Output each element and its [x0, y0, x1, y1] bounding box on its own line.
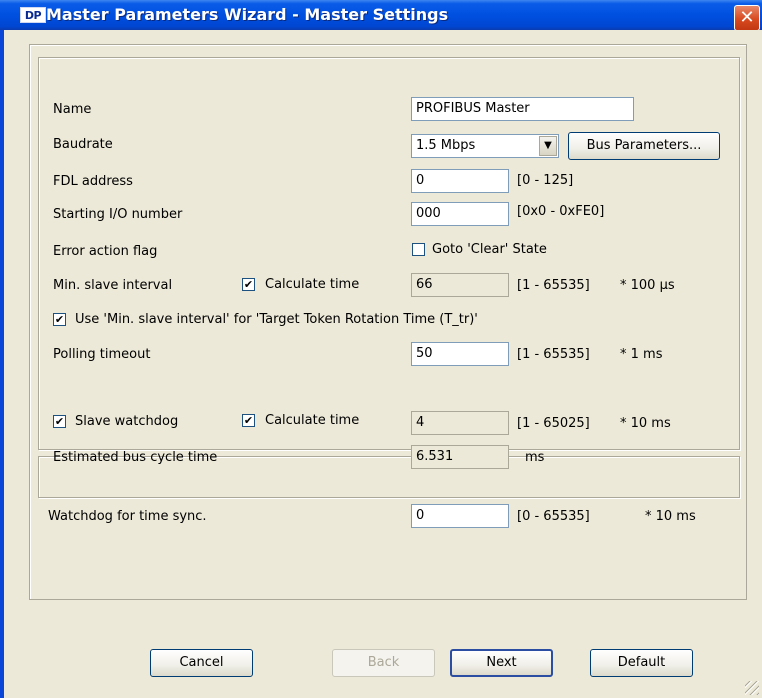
- name-field[interactable]: PROFIBUS Master: [411, 97, 634, 121]
- io-number-label: Starting I/O number: [53, 207, 183, 222]
- polling-unit: * 1 ms: [620, 347, 663, 362]
- baudrate-label: Baudrate: [53, 137, 113, 152]
- polling-range: [1 - 65535]: [517, 347, 590, 362]
- io-number-field[interactable]: 000: [411, 202, 509, 226]
- error-action-label: Error action flag: [53, 244, 158, 259]
- watchdog-calc-label: Calculate time: [265, 413, 360, 428]
- min-slave-range: [1 - 65535]: [517, 278, 590, 293]
- bus-parameters-button[interactable]: Bus Parameters...: [568, 132, 720, 160]
- est-cycle-field: 6.531: [411, 445, 509, 469]
- min-slave-interval-label: Min. slave interval: [53, 278, 173, 293]
- min-slave-calc-checkbox[interactable]: ✔: [242, 278, 255, 291]
- time-sync-unit: * 10 ms: [645, 509, 696, 524]
- title-bar[interactable]: DP Master Parameters Wizard - Master Set…: [0, 0, 762, 31]
- goto-clear-checkbox[interactable]: [412, 243, 425, 256]
- io-range: [0x0 - 0xFE0]: [517, 204, 605, 219]
- watchdog-calc-checkbox[interactable]: ✔: [242, 414, 255, 427]
- chevron-down-icon[interactable]: ▼: [539, 136, 557, 156]
- time-sync-label: Watchdog for time sync.: [48, 509, 207, 524]
- time-sync-range: [0 - 65535]: [517, 509, 590, 524]
- time-sync-field[interactable]: 0: [411, 504, 509, 528]
- est-cycle-label: Estimated bus cycle time: [53, 450, 218, 465]
- fdl-range: [0 - 125]: [517, 173, 574, 188]
- baudrate-value: 1.5 Mbps: [416, 138, 476, 153]
- watchdog-unit: * 10 ms: [620, 416, 671, 431]
- slave-watchdog-label: Slave watchdog: [75, 414, 179, 429]
- resize-grip-icon[interactable]: [745, 681, 759, 695]
- polling-timeout-label: Polling timeout: [53, 347, 151, 362]
- close-button[interactable]: ✕: [734, 5, 760, 31]
- slave-watchdog-field[interactable]: 4: [411, 411, 509, 435]
- goto-clear-label: Goto 'Clear' State: [432, 242, 547, 257]
- fdl-address-label: FDL address: [53, 174, 133, 189]
- min-slave-interval-field[interactable]: 66: [411, 273, 509, 297]
- min-slave-unit: * 100 µs: [620, 278, 675, 293]
- min-slave-calc-label: Calculate time: [265, 277, 360, 292]
- polling-timeout-field[interactable]: 50: [411, 342, 509, 366]
- est-cycle-unit: ms: [525, 450, 545, 465]
- baudrate-select[interactable]: 1.5 Mbps ▼: [411, 134, 559, 158]
- cancel-button[interactable]: Cancel: [150, 649, 253, 677]
- window-title: Master Parameters Wizard - Master Settin…: [46, 5, 449, 24]
- watchdog-range: [1 - 65025]: [517, 416, 590, 431]
- dp-app-icon: DP: [20, 7, 46, 23]
- back-button[interactable]: Back: [332, 649, 435, 677]
- next-button[interactable]: Next: [450, 649, 553, 677]
- use-min-slave-checkbox[interactable]: ✔: [53, 313, 66, 326]
- use-min-slave-label: Use 'Min. slave interval' for 'Target To…: [75, 312, 478, 327]
- name-label: Name: [53, 102, 92, 117]
- fdl-address-field[interactable]: 0: [411, 169, 509, 193]
- slave-watchdog-checkbox[interactable]: ✔: [53, 415, 66, 428]
- default-button[interactable]: Default: [590, 649, 693, 677]
